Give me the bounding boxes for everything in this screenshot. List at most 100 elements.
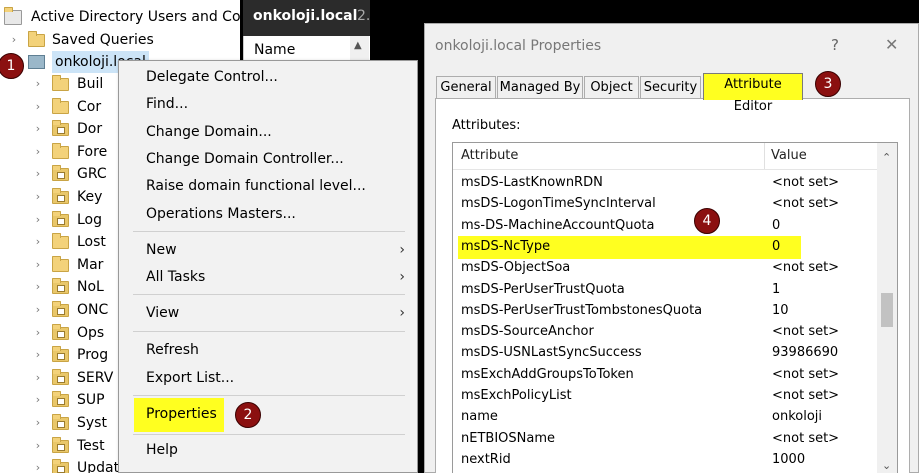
chevron-right-icon[interactable]: ›	[32, 209, 44, 231]
chevron-right-icon[interactable]: ›	[32, 457, 44, 473]
folder-icon	[52, 142, 69, 159]
attribute-row[interactable]: msDS-SourceAnchor <not set>	[458, 321, 878, 342]
attribute-value: <not set>	[772, 196, 840, 212]
attribute-row[interactable]: msDS-LastKnownRDN <not set>	[458, 172, 878, 193]
ou-folder-icon	[52, 391, 69, 408]
scroll-up-icon[interactable]: ▲	[354, 40, 362, 51]
folder-icon	[52, 233, 69, 250]
column-header-attribute[interactable]: Attribute	[453, 143, 765, 169]
menu-item-find[interactable]: Find...	[146, 92, 188, 116]
chevron-right-icon[interactable]: ›	[32, 73, 44, 95]
chevron-right-icon[interactable]: ›	[32, 141, 44, 163]
attribute-row[interactable]: nextRid 1000	[458, 449, 878, 470]
chevron-right-icon[interactable]: ›	[32, 299, 44, 321]
chevron-right-icon[interactable]: ›	[32, 186, 44, 208]
attribute-row[interactable]: msDS-NcType 0	[458, 236, 878, 257]
submenu-arrow-icon: ›	[399, 269, 405, 285]
attribute-row[interactable]: msExchPolicyList <not set>	[458, 385, 878, 406]
tree-item-label: Key	[77, 189, 103, 205]
tab-security[interactable]: Security	[640, 76, 701, 100]
menu-item-change-dc[interactable]: Change Domain Controller...	[146, 147, 344, 171]
step-badge-4: 4	[694, 208, 720, 234]
dialog-title: onkoloji.local Properties	[435, 38, 602, 54]
chevron-right-icon[interactable]: ›	[32, 276, 44, 298]
chevron-right-icon[interactable]: ›	[32, 163, 44, 185]
ou-folder-icon	[52, 188, 69, 204]
chevron-right-icon[interactable]: ›	[32, 118, 44, 140]
menu-item-refresh[interactable]: Refresh	[146, 338, 199, 362]
column-header-value[interactable]: Value	[765, 143, 877, 169]
ou-folder-icon	[52, 368, 69, 385]
tab-general[interactable]: General	[436, 76, 496, 100]
menu-item-operations-masters[interactable]: Operations Masters...	[146, 202, 296, 226]
menu-item-export-list[interactable]: Export List...	[146, 366, 234, 390]
attribute-value: 93986690	[772, 345, 839, 361]
tree-item-label: Fore	[77, 143, 108, 160]
tree-item-label: Ops	[77, 324, 105, 341]
menu-separator	[133, 395, 405, 396]
menu-separator	[133, 434, 405, 435]
tree-root[interactable]: Active Directory Users and Com	[4, 6, 240, 28]
tree-item-label: Log	[77, 211, 103, 228]
attribute-value: 10	[772, 302, 789, 318]
tree-item-label: Syst	[77, 415, 107, 431]
chevron-right-icon[interactable]: ›	[32, 435, 44, 457]
attribute-row[interactable]: msDS-LogonTimeSyncInterval <not set>	[458, 193, 878, 214]
menu-separator	[133, 331, 405, 332]
details-title: onkoloji.local	[253, 8, 358, 24]
attribute-name: msExchPolicyList	[461, 388, 572, 403]
chevron-right-icon[interactable]: ›	[32, 367, 44, 389]
attribute-name: nETBIOSName	[461, 430, 555, 446]
chevron-right-icon[interactable]: ›	[32, 254, 44, 276]
menu-item-view[interactable]: View	[146, 301, 179, 325]
menu-item-delegate-control[interactable]: Delegate Control...	[146, 65, 278, 89]
tree-item-label: GRC	[77, 166, 107, 183]
attribute-name: name	[461, 409, 498, 425]
attribute-name: msDS-NcType	[461, 238, 551, 254]
chevron-right-icon[interactable]: ›	[32, 412, 44, 434]
attribute-row[interactable]: ms-DS-MachineAccountQuota 0	[458, 215, 878, 236]
menu-item-new[interactable]: New	[146, 238, 177, 262]
ou-folder-icon	[52, 346, 69, 363]
scroll-down-icon[interactable]: ⌄	[882, 459, 891, 472]
attribute-row[interactable]: nETBIOSName <not set>	[458, 428, 878, 449]
tree-item-label: Cor	[77, 98, 102, 115]
attribute-scrollbar[interactable]: ⌃ ⌄	[877, 143, 897, 473]
folder-icon	[52, 75, 69, 91]
folder-icon	[28, 31, 45, 47]
details-title-suffix: 2.	[357, 8, 371, 24]
menu-item-all-tasks[interactable]: All Tasks	[146, 265, 205, 289]
menu-item-raise-level[interactable]: Raise domain functional level...	[146, 174, 366, 198]
chevron-right-icon[interactable]: ›	[32, 96, 44, 118]
tab-managed-by[interactable]: Managed By	[497, 76, 583, 100]
chevron-right-icon[interactable]: ›	[32, 344, 44, 366]
attribute-row[interactable]: msDS-PerUserTrustQuota 1	[458, 279, 878, 300]
tree-item-label: NoL	[77, 279, 104, 296]
attribute-row[interactable]: msDS-USNLastSyncSuccess 93986690	[458, 342, 878, 363]
attribute-row[interactable]: msExchAddGroupsToToken <not set>	[458, 364, 878, 385]
chevron-right-icon[interactable]: ›	[8, 29, 20, 51]
tab-attribute-editor[interactable]: Attribute Editor	[703, 73, 803, 114]
attribute-row[interactable]: msDS-ObjectSoa <not set>	[458, 257, 878, 278]
chevron-right-icon[interactable]: ›	[32, 231, 44, 253]
submenu-arrow-icon: ›	[399, 305, 405, 321]
attribute-value: 0	[772, 217, 781, 233]
attribute-name: msDS-USNLastSyncSuccess	[461, 345, 642, 361]
chevron-right-icon[interactable]: ›	[32, 389, 44, 411]
tab-object[interactable]: Object	[584, 76, 639, 100]
tree-item-label: Lost	[77, 234, 106, 251]
menu-item-properties[interactable]: Properties	[146, 402, 217, 426]
close-icon[interactable]: ✕	[885, 35, 898, 54]
scrollbar-thumb[interactable]	[881, 293, 893, 327]
attribute-row[interactable]: name onkoloji	[458, 406, 878, 427]
menu-item-help[interactable]: Help	[146, 438, 178, 462]
scroll-up-icon[interactable]: ⌃	[882, 151, 891, 164]
tree-saved-queries[interactable]: › Saved Queries	[8, 29, 240, 51]
attribute-row[interactable]: msDS-PerUserTrustTombstonesQuota 10	[458, 300, 878, 321]
ou-folder-icon	[52, 210, 69, 227]
chevron-right-icon[interactable]: ›	[32, 322, 44, 344]
menu-item-change-domain[interactable]: Change Domain...	[146, 120, 272, 144]
tree-item-label: Dor	[77, 121, 103, 138]
ou-folder-icon	[52, 301, 69, 317]
help-icon[interactable]: ?	[831, 36, 839, 54]
